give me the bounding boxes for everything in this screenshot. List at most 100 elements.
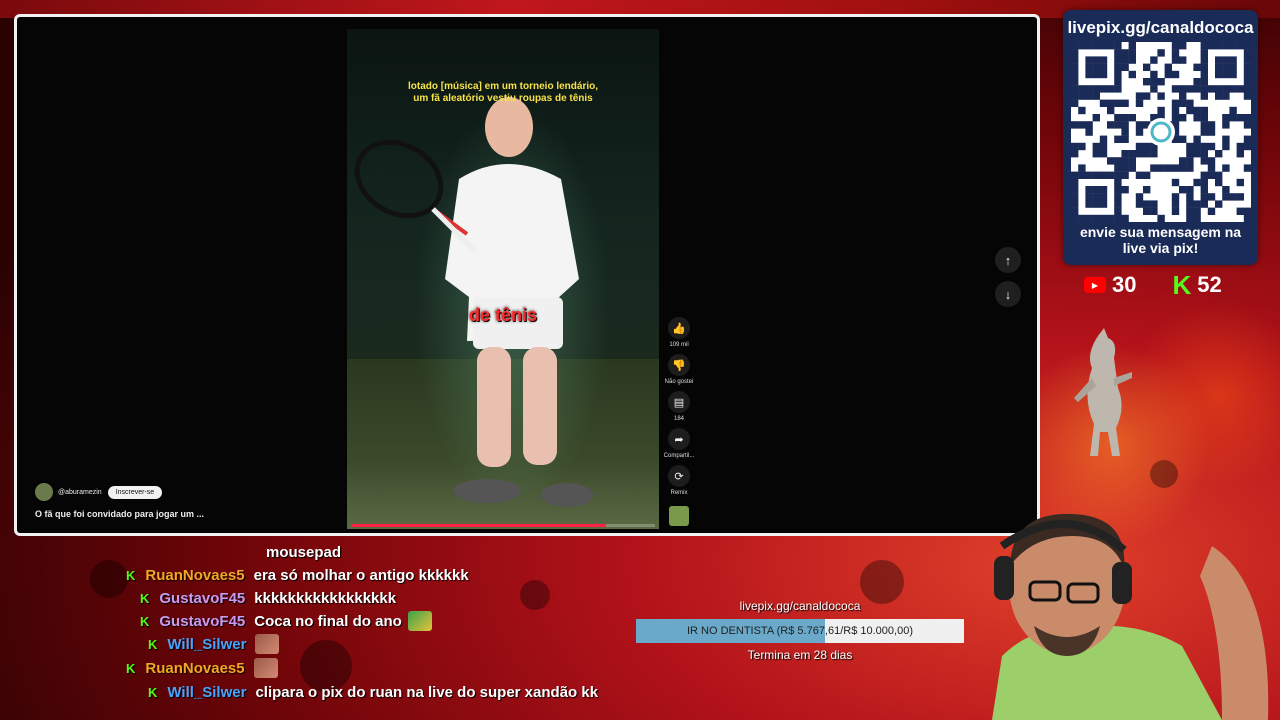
qr-module [1215, 56, 1223, 64]
qr-module [1171, 106, 1180, 115]
qr-module [1099, 70, 1108, 79]
qr-module [1135, 150, 1144, 158]
qr-module [1229, 193, 1237, 201]
previous-video-button[interactable]: ↑ [995, 247, 1021, 273]
share-icon: ➦ [668, 428, 690, 450]
qr-module [1078, 171, 1086, 179]
chat-emote [407, 611, 432, 631]
streamer-webcam [992, 513, 1269, 720]
qr-module [1236, 142, 1244, 151]
qr-module [1128, 157, 1136, 165]
qr-module [1143, 63, 1151, 71]
thumbs-up-icon: 👍 [668, 317, 690, 339]
kick-badge-icon: K [126, 660, 136, 676]
qr-module [1114, 42, 1122, 50]
qr-module [1099, 135, 1108, 143]
qr-module [1114, 56, 1122, 64]
qr-module [1121, 150, 1129, 158]
qr-module [1200, 56, 1208, 64]
qr-module [1114, 49, 1122, 57]
qr-module [1078, 142, 1086, 151]
comments-button[interactable]: ▤ 184 [668, 391, 690, 422]
goal-url: livepix.gg/canaldococa [739, 599, 861, 613]
qr-module [1157, 164, 1165, 172]
qr-module [1222, 164, 1230, 172]
qr-module [1193, 78, 1201, 86]
qr-module [1243, 42, 1252, 50]
kick-badge-icon: K [148, 684, 158, 700]
qr-module [1243, 56, 1252, 64]
viewer-counters: ▶ 30 K 52 [1084, 272, 1258, 298]
qr-module [1114, 78, 1122, 86]
share-label: Compartil... [663, 453, 695, 459]
qr-module [1071, 150, 1079, 158]
qr-module [1200, 92, 1208, 100]
qr-module [1243, 214, 1252, 223]
qr-module [1229, 70, 1237, 79]
kick-badge-icon: K [148, 636, 158, 652]
chat-username[interactable]: GustavoF45 [159, 590, 245, 607]
qr-module [1071, 171, 1079, 179]
qr-module [1200, 150, 1208, 158]
kick-badge-icon: K [140, 613, 150, 629]
comment-icon: ▤ [668, 391, 690, 413]
qr-module [1143, 200, 1151, 208]
qr-module [1193, 106, 1201, 115]
qr-module [1099, 214, 1108, 223]
qr-module [1114, 207, 1122, 215]
qr-module [1143, 92, 1151, 100]
qr-module [1150, 207, 1158, 215]
chat-username[interactable]: RuanNovaes5 [145, 567, 244, 584]
video-title[interactable]: O fã que foi convidado para jogar um ... [35, 509, 204, 519]
shorts-player[interactable]: lotado [música] em um torneio lendário, … [14, 14, 1040, 536]
qr-module [1143, 150, 1151, 158]
chat-username[interactable]: RuanNovaes5 [145, 660, 244, 677]
qr-module [1071, 200, 1079, 208]
qr-module [1092, 171, 1100, 179]
qr-module [1099, 63, 1108, 71]
qr-module [1200, 121, 1208, 129]
remix-button[interactable]: ⟳ Remix [668, 465, 690, 496]
dislike-button[interactable]: 👎 Não gostei [665, 354, 693, 385]
qr-module [1193, 114, 1201, 122]
share-button[interactable]: ➦ Compartil... [663, 428, 695, 459]
qr-module [1114, 186, 1122, 194]
qr-module [1243, 70, 1252, 79]
subscribe-button[interactable]: Inscrever-se [107, 485, 163, 499]
channel-avatar[interactable] [35, 483, 53, 501]
qr-module [1092, 214, 1100, 223]
qr-module [1222, 42, 1230, 50]
chat-username[interactable]: GustavoF45 [159, 613, 245, 630]
video-caption-top: lotado [música] em um torneio lendário, … [347, 81, 659, 105]
qr-module [1222, 70, 1230, 79]
video-frame[interactable]: lotado [música] em um torneio lendário, … [347, 29, 659, 529]
qr-module [1135, 92, 1144, 100]
qr-module [1200, 42, 1208, 50]
sound-thumbnail[interactable] [669, 506, 689, 526]
chat-emote [253, 658, 278, 678]
qr-module [1099, 200, 1108, 208]
qr-module [1085, 56, 1093, 64]
chat-username[interactable]: Will_Silwer [167, 636, 246, 653]
qr-module [1243, 63, 1252, 71]
remix-icon: ⟳ [668, 465, 690, 487]
qr-module [1121, 186, 1129, 194]
qr-module [1071, 207, 1079, 215]
qr-module [1107, 157, 1115, 165]
qr-module [1243, 92, 1252, 100]
chat-username[interactable]: Will_Silwer [167, 684, 246, 701]
next-video-button[interactable]: ↓ [995, 281, 1021, 307]
qr-module [1078, 42, 1086, 50]
qr-module [1085, 42, 1093, 50]
qr-module [1071, 92, 1079, 100]
qr-module [1229, 114, 1237, 122]
channel-name[interactable]: @aburamezin [58, 489, 102, 496]
qr-module [1243, 85, 1252, 93]
video-progress-bar[interactable] [351, 524, 655, 527]
like-button[interactable]: 👍 109 mil [668, 317, 690, 348]
qr-module [1229, 56, 1237, 64]
kick-viewer-count: 52 [1197, 272, 1222, 297]
qr-module [1121, 171, 1129, 179]
chat-message: K Will_Silwer clipara o pix do ruan na liv… [148, 681, 598, 703]
qr-module [1164, 164, 1172, 172]
